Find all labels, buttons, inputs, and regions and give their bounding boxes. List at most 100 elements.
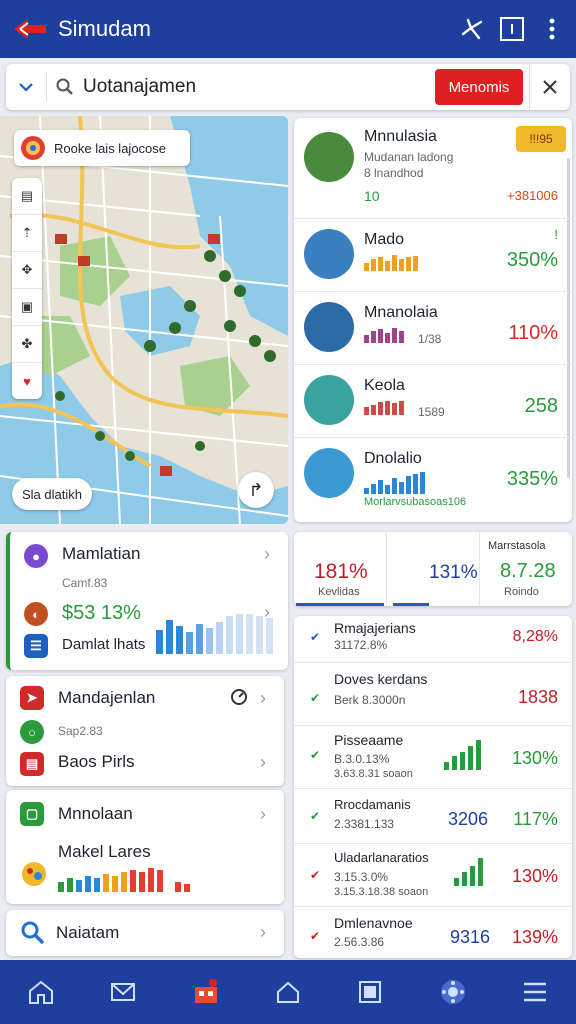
item-name: Mnanolaia bbox=[364, 304, 438, 321]
sparkline bbox=[364, 328, 404, 343]
map-canvas bbox=[0, 116, 288, 524]
map-bottom-button[interactable]: Sla dlatikh bbox=[12, 478, 92, 510]
item-name: Dnolalio bbox=[364, 450, 422, 467]
search-icon bbox=[20, 920, 46, 951]
stat-underline bbox=[296, 603, 384, 606]
compass-icon[interactable]: ✤ bbox=[12, 326, 42, 363]
layers-icon[interactable]: ▤ bbox=[12, 178, 42, 215]
stats-strip: 181% Kevlidas 131% Marrstasola 8.7.28 Ro… bbox=[294, 532, 572, 606]
profile-icon: ● bbox=[24, 544, 48, 568]
sparkline bbox=[454, 858, 483, 886]
row-sub: 3.15.3.0% bbox=[334, 870, 389, 884]
back-arrow-icon[interactable] bbox=[8, 7, 52, 51]
row-mid-value: 3206 bbox=[448, 809, 489, 829]
check-icon: ✔ bbox=[310, 630, 321, 644]
row-name: Pisseaame bbox=[334, 732, 404, 748]
list-icon: ☰ bbox=[24, 634, 48, 658]
check-icon: ✔ bbox=[310, 809, 321, 823]
list-item[interactable]: Mnanolaia 1/38 110% bbox=[294, 292, 572, 365]
table-row[interactable]: ✔ Pisseaame B.3.0.13% 3.63.8.31 soaon 13… bbox=[294, 726, 572, 789]
table-row[interactable]: ✔ Doves kerdans Berk 8.3000n 1838 bbox=[294, 663, 572, 726]
favorite-icon[interactable]: ♥ bbox=[12, 363, 42, 399]
chevron-right-icon[interactable]: › bbox=[260, 752, 266, 773]
row-name: Rrocdamanis bbox=[334, 797, 411, 812]
search-icon[interactable] bbox=[47, 78, 83, 96]
check-icon: ✔ bbox=[310, 929, 321, 943]
more-vert-icon[interactable] bbox=[532, 9, 572, 49]
card-title: Mnnolaan bbox=[58, 804, 133, 823]
store-icon[interactable] bbox=[182, 968, 230, 1016]
table-row[interactable]: ✔ Rmajajerians 31172.8% 8,28% bbox=[294, 616, 572, 663]
item-value: 335% bbox=[506, 468, 558, 490]
item-value: 258 bbox=[524, 395, 558, 417]
note-icon: ▢ bbox=[20, 802, 44, 826]
row-value: 117% bbox=[513, 809, 558, 829]
row-mid-value: 9316 bbox=[450, 927, 491, 947]
close-icon[interactable] bbox=[529, 64, 570, 110]
sparkline bbox=[364, 472, 425, 494]
map-place-chip[interactable]: Rooke lais lajocose bbox=[14, 130, 190, 166]
chevron-down-icon[interactable] bbox=[6, 64, 46, 110]
table-row[interactable]: ✔ Rrocdamanis 2.3381.133 3206 117% bbox=[294, 789, 572, 844]
stat-underline bbox=[393, 603, 429, 606]
list-item[interactable]: Keola 1589 258 bbox=[294, 365, 572, 438]
chevron-right-icon[interactable]: › bbox=[264, 544, 270, 565]
stat-value: 181% bbox=[314, 560, 368, 583]
chevron-right-icon[interactable]: › bbox=[260, 688, 266, 709]
row-name: Uladarlanaratios bbox=[334, 850, 429, 865]
mail-icon[interactable] bbox=[99, 968, 147, 1016]
item-name: Mnnulasia bbox=[364, 128, 437, 145]
menu-icon[interactable] bbox=[511, 968, 559, 1016]
route-icon[interactable]: ↱ bbox=[238, 472, 274, 508]
row-sub: 2.56.3.86 bbox=[334, 935, 385, 949]
location-pin-icon bbox=[21, 136, 45, 160]
stat-cell[interactable]: 131% bbox=[387, 532, 480, 606]
map-view[interactable]: Rooke lais lajocose ▤ ⇡ ✥ ▣ ✤ ♥ Sla dlat… bbox=[0, 116, 288, 524]
sparkline bbox=[364, 255, 418, 271]
avatar bbox=[304, 132, 354, 182]
summary-card[interactable]: Naiatam › bbox=[6, 910, 284, 956]
card-row: Makel Lares bbox=[58, 842, 151, 861]
chevron-right-icon[interactable]: › bbox=[260, 922, 266, 943]
share-icon[interactable] bbox=[452, 9, 492, 49]
summary-card[interactable]: ▢ Mnnolaan › Makel Lares bbox=[6, 790, 284, 904]
summary-card[interactable]: ➤ Mandajenlan › ○ Sap2.83 ▤ Baos Pirls › bbox=[6, 676, 284, 786]
item-sub: Morlarvsubasoas106 bbox=[364, 496, 467, 508]
search-input[interactable]: Uotanajamen bbox=[83, 76, 435, 98]
row-sub: 31172.8% bbox=[334, 638, 388, 652]
stat-cell[interactable]: Marrstasola 8.7.28 Roindo bbox=[480, 532, 572, 606]
search-action-button[interactable]: Menomis bbox=[435, 69, 523, 105]
move-icon[interactable]: ✥ bbox=[12, 252, 42, 289]
frame-icon[interactable]: ▣ bbox=[12, 289, 42, 326]
item-value: 350% bbox=[506, 249, 558, 271]
document-icon[interactable] bbox=[346, 968, 394, 1016]
directions-icon[interactable]: ⇡ bbox=[12, 215, 42, 252]
check-icon: ✔ bbox=[310, 868, 321, 882]
home-icon[interactable] bbox=[17, 968, 65, 1016]
list-item[interactable]: Mnnulasia Mudanan ladong 8 lnandhod 10 +… bbox=[294, 118, 572, 219]
info-box-icon[interactable] bbox=[492, 9, 532, 49]
item-sub: Mudanan ladong bbox=[364, 150, 454, 164]
chevron-right-icon[interactable]: › bbox=[260, 804, 266, 825]
sparkline bbox=[156, 614, 273, 654]
sparkline bbox=[58, 868, 190, 892]
bottom-navigation bbox=[0, 960, 576, 1024]
summary-card[interactable]: ● Mamlatian › Camf.83 ◐ $53 13% › ☰ Daml… bbox=[6, 532, 288, 670]
timer-icon[interactable] bbox=[230, 688, 248, 711]
card-sub: Sap2.83 bbox=[58, 724, 103, 738]
table-row[interactable]: ✔ Uladarlanaratios 3.15.3.0% 3.15.3.18.3… bbox=[294, 844, 572, 907]
sparkline bbox=[364, 401, 404, 415]
item-name: Keola bbox=[364, 377, 405, 394]
list-item[interactable]: Dnolalio Morlarvsubasoas106 335% bbox=[294, 438, 572, 510]
list-item[interactable]: Mado ! 350% bbox=[294, 219, 572, 292]
table-row[interactable]: ✔ Dmlenavnoe 2.56.3.86 9316 139% bbox=[294, 907, 572, 958]
card-title: Naiatam bbox=[56, 923, 120, 942]
settings-icon[interactable] bbox=[429, 968, 477, 1016]
stat-cell[interactable]: 181% Kevlidas bbox=[294, 532, 387, 606]
card-title: Mandajenlan bbox=[58, 688, 156, 707]
sparkline bbox=[444, 740, 481, 770]
send-icon: ➤ bbox=[20, 686, 44, 710]
house-icon[interactable] bbox=[264, 968, 312, 1016]
stat-head: Marrstasola bbox=[488, 540, 546, 552]
row-value: 1838 bbox=[517, 687, 558, 707]
